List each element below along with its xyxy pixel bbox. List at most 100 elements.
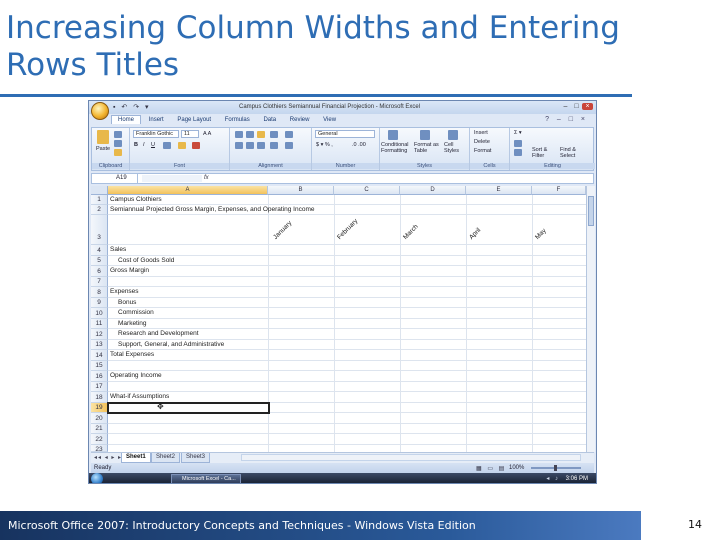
row-header-20[interactable]: 20 [91, 413, 108, 424]
column-header-e[interactable]: E [466, 186, 532, 195]
copy-icon[interactable] [114, 140, 122, 147]
zoom-slider-handle[interactable] [554, 465, 557, 471]
format-as-table-button[interactable]: Format as Table [414, 142, 442, 154]
row-header-12[interactable]: 12 [91, 329, 108, 340]
indent-icon[interactable] [270, 142, 278, 149]
format-painter-icon[interactable] [114, 149, 122, 156]
worksheet-grid[interactable]: A B C D E F 1 2 3 4 5 6 7 8 9 10 11 12 1… [91, 186, 586, 452]
font-size-dropdown[interactable]: 11 [181, 130, 199, 138]
format-as-table-icon[interactable] [420, 130, 430, 140]
select-all-button[interactable] [91, 186, 108, 195]
fill-icon[interactable] [514, 140, 522, 147]
row-header-9[interactable]: 9 [91, 298, 108, 308]
row-header-7[interactable]: 7 [91, 277, 108, 287]
paste-button[interactable]: Paste [96, 146, 110, 152]
row-header-6[interactable]: 6 [91, 266, 108, 277]
horizontal-scrollbar[interactable] [241, 454, 581, 461]
cell-styles-icon[interactable] [448, 130, 458, 140]
grow-font-icon[interactable]: A A [203, 131, 211, 137]
underline-icon[interactable]: U [151, 142, 155, 148]
cell-a11[interactable]: Marketing [118, 320, 147, 327]
paste-icon[interactable] [97, 130, 109, 144]
row-header-19[interactable]: 19 [91, 403, 108, 413]
column-header-d[interactable]: D [400, 186, 466, 195]
decimal-icon[interactable]: .0 .00 [352, 142, 366, 148]
sort-filter-button[interactable]: Sort & Filter [532, 147, 558, 159]
scrollbar-thumb[interactable] [588, 196, 594, 226]
zoom-level[interactable]: 100% [509, 463, 524, 473]
row-header-3[interactable]: 3 [91, 215, 108, 245]
align-bottom-icon[interactable] [257, 131, 265, 138]
orientation-icon[interactable] [270, 131, 278, 138]
name-box[interactable]: A19 [92, 174, 138, 183]
font-color-icon[interactable] [192, 142, 200, 149]
cell-a1[interactable]: Campus Clothiers [110, 196, 162, 203]
number-format-dropdown[interactable]: General [315, 130, 375, 138]
help-icon[interactable]: ? – □ × [545, 116, 588, 123]
column-header-f[interactable]: F [532, 186, 586, 195]
row-header-23[interactable]: 23 [91, 445, 108, 452]
accounting-format-icon[interactable]: $ ▾ % , [316, 142, 333, 148]
row-header-16[interactable]: 16 [91, 371, 108, 382]
font-name-dropdown[interactable]: Franklin Gothic [133, 130, 179, 138]
office-button[interactable] [91, 102, 109, 120]
cell-a16[interactable]: Operating Income [110, 372, 162, 379]
cell-styles-button[interactable]: Cell Styles [444, 142, 466, 154]
row-header-15[interactable]: 15 [91, 361, 108, 371]
align-center-icon[interactable] [246, 142, 254, 149]
tab-insert[interactable]: Insert [143, 116, 170, 124]
cell-a6[interactable]: Gross Margin [110, 267, 149, 274]
insert-button[interactable]: Insert [474, 130, 488, 136]
maximize-icon[interactable]: □ [571, 103, 582, 110]
row-header-13[interactable]: 13 [91, 340, 108, 350]
cell-a14[interactable]: Total Expenses [110, 351, 154, 358]
autosum-icon[interactable]: Σ ▾ [514, 130, 522, 136]
align-middle-icon[interactable] [246, 131, 254, 138]
find-select-button[interactable]: Find & Select [560, 147, 586, 159]
conditional-formatting-button[interactable]: Conditional Formatting [381, 142, 413, 154]
row-header-21[interactable]: 21 [91, 424, 108, 434]
minimize-icon[interactable]: – [560, 103, 571, 110]
cell-a9[interactable]: Bonus [118, 299, 136, 306]
row-header-17[interactable]: 17 [91, 382, 108, 392]
insert-function-icon[interactable]: fx [204, 174, 209, 183]
start-button[interactable] [91, 473, 103, 483]
format-button[interactable]: Format [474, 148, 491, 154]
row-header-1[interactable]: 1 [91, 195, 108, 205]
cell-a12[interactable]: Research and Development [118, 330, 199, 337]
vertical-scrollbar[interactable] [586, 186, 595, 452]
row-header-2[interactable]: 2 [91, 205, 108, 215]
cut-icon[interactable] [114, 131, 122, 138]
cell-a13[interactable]: Support, General, and Administrative [118, 341, 224, 348]
row-header-11[interactable]: 11 [91, 319, 108, 329]
align-right-icon[interactable] [257, 142, 265, 149]
tab-data[interactable]: Data [257, 116, 282, 124]
column-header-b[interactable]: B [268, 186, 334, 195]
conditional-formatting-icon[interactable] [388, 130, 398, 140]
row-header-4[interactable]: 4 [91, 245, 108, 256]
row-header-18[interactable]: 18 [91, 392, 108, 403]
row-header-14[interactable]: 14 [91, 350, 108, 361]
sheet-tab-2[interactable]: Sheet2 [151, 453, 181, 463]
taskbar-excel-button[interactable]: Microsoft Excel - Ca... [171, 474, 241, 483]
cell-a4[interactable]: Sales [110, 246, 126, 253]
tab-view[interactable]: View [317, 116, 342, 124]
tab-page-layout[interactable]: Page Layout [171, 116, 217, 124]
row-header-8[interactable]: 8 [91, 287, 108, 298]
align-top-icon[interactable] [235, 131, 243, 138]
cell-a18[interactable]: What-if Assumptions [110, 393, 169, 400]
row-header-10[interactable]: 10 [91, 308, 108, 319]
row-header-22[interactable]: 22 [91, 434, 108, 445]
align-left-icon[interactable] [235, 142, 243, 149]
cell-a2[interactable]: Semiannual Projected Gross Margin, Expen… [110, 206, 315, 213]
tab-review[interactable]: Review [284, 116, 316, 124]
column-header-a[interactable]: A [108, 186, 268, 195]
close-icon[interactable]: × [582, 103, 593, 110]
fill-color-icon[interactable] [178, 142, 186, 149]
active-cell-a19[interactable] [107, 402, 270, 414]
bold-icon[interactable]: B [134, 142, 138, 148]
cell-a5[interactable]: Cost of Goods Sold [118, 257, 174, 264]
system-tray-icon[interactable]: ◂ ♪ [546, 475, 560, 482]
tab-home[interactable]: Home [111, 115, 142, 124]
sheet-tab-3[interactable]: Sheet3 [181, 453, 211, 463]
